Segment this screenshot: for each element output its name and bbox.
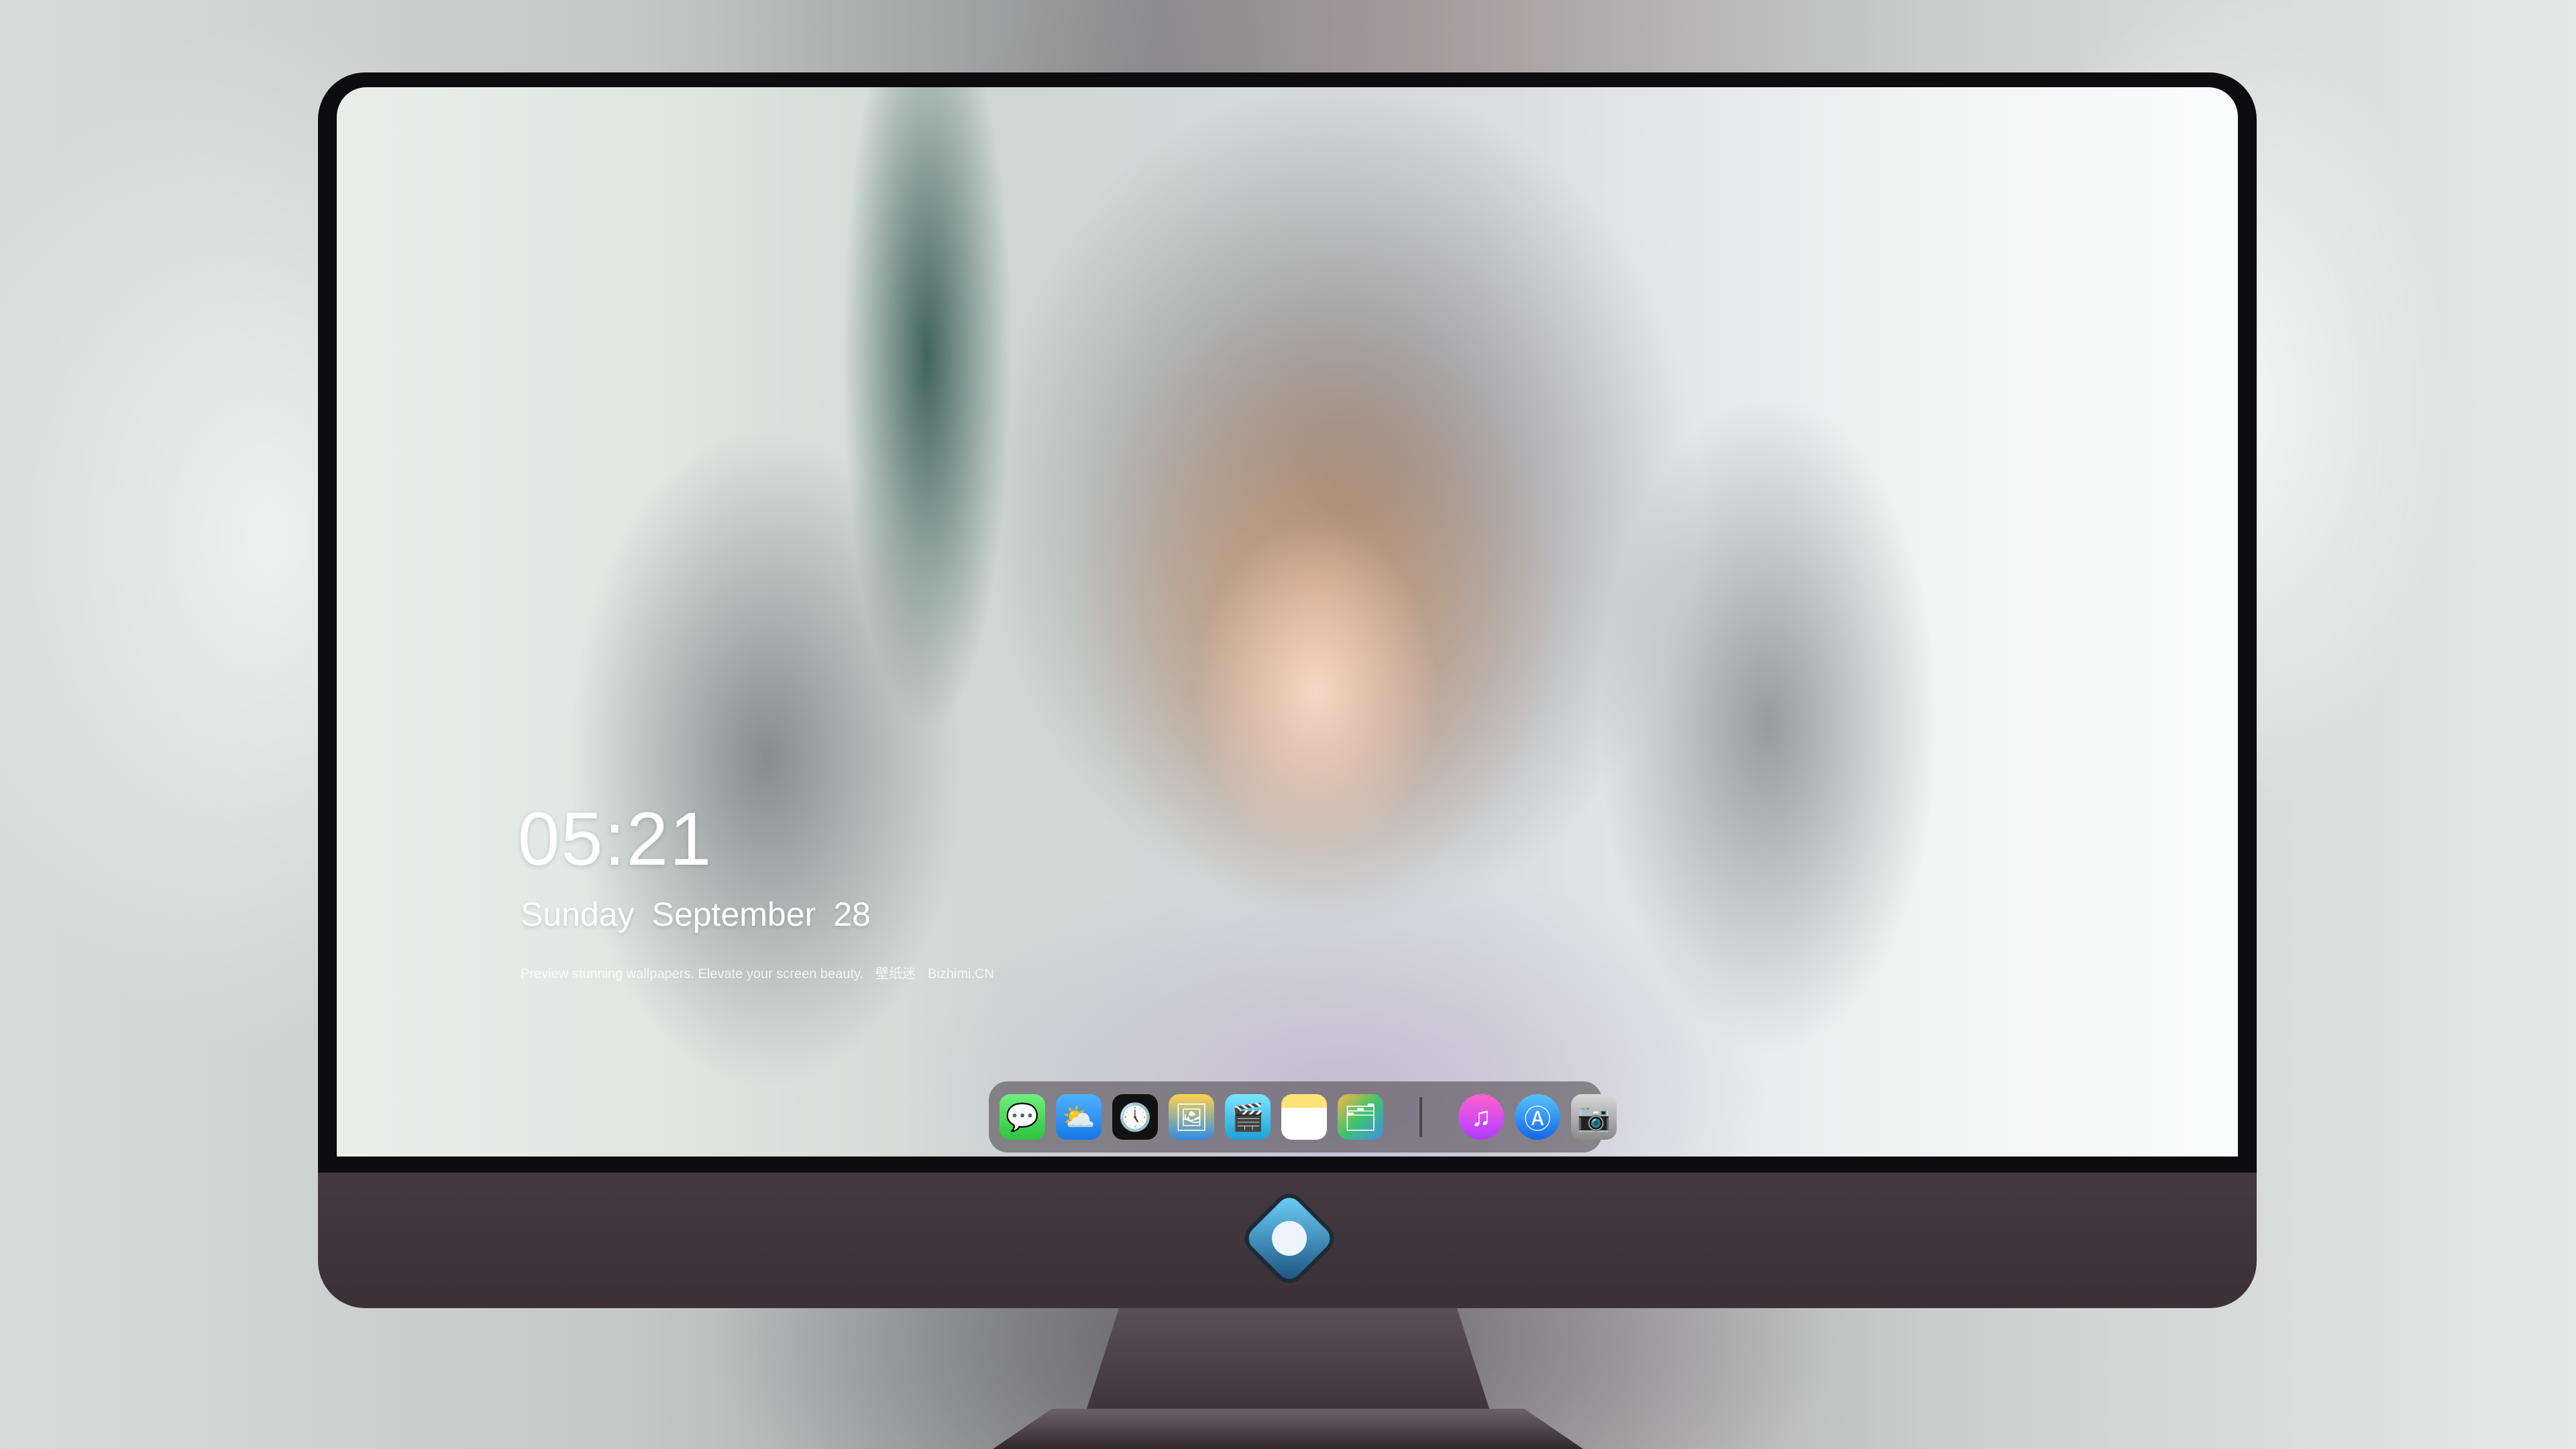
brand-logo-icon — [1244, 1193, 1335, 1284]
lock-screen: 05:21 Sunday September 28 Preview stunni… — [337, 87, 2238, 1157]
preview-icon[interactable]: 🖼 — [1169, 1094, 1214, 1140]
messages-icon[interactable]: 💬 — [1000, 1094, 1045, 1140]
weather-icon[interactable]: ⛅ — [1056, 1094, 1102, 1140]
camera-icon[interactable]: 📷 — [1571, 1094, 1617, 1140]
dock: 💬 ⛅ 🕔 🖼 🎬 🗂 ♫ Ⓐ 📷 — [989, 1081, 1617, 1152]
tagline-brand-cn: 壁纸迷 — [875, 967, 916, 981]
tagline-brand-site: Bizhimi.CN — [928, 967, 994, 981]
lock-clock: 05:21 — [518, 797, 713, 881]
app-store-icon[interactable]: Ⓐ — [1515, 1094, 1560, 1140]
stand-neck — [1087, 1308, 1489, 1409]
lock-date-day: 28 — [833, 896, 871, 933]
wallpaper-scarf-left — [364, 288, 967, 1157]
lock-date: Sunday September 28 — [521, 898, 871, 931]
notes-icon[interactable] — [1281, 1094, 1327, 1140]
lock-date-weekday: Sunday — [521, 896, 635, 933]
logo-mascot — [1272, 1221, 1307, 1256]
wallpaper-tagline: Preview stunning wallpapers. Elevate you… — [521, 967, 994, 981]
clips-icon[interactable]: 🎬 — [1225, 1094, 1271, 1140]
photos-icon[interactable]: 🗂 — [1338, 1094, 1383, 1140]
clock-icon[interactable]: 🕔 — [1112, 1094, 1158, 1140]
lock-date-month: September — [651, 896, 816, 933]
itunes-icon[interactable]: ♫ — [1458, 1094, 1504, 1140]
wallpaper-scarf-right — [1567, 255, 2104, 1157]
dock-separator — [1419, 1097, 1422, 1137]
tagline-text: Preview stunning wallpapers. Elevate you… — [521, 967, 864, 981]
monitor-chin — [318, 1173, 2257, 1308]
screen-bezel: 05:21 Sunday September 28 Preview stunni… — [318, 72, 2257, 1173]
monitor-stand — [993, 1308, 1583, 1449]
monitor: 05:21 Sunday September 28 Preview stunni… — [318, 72, 2257, 1308]
stand-base — [993, 1409, 1583, 1449]
